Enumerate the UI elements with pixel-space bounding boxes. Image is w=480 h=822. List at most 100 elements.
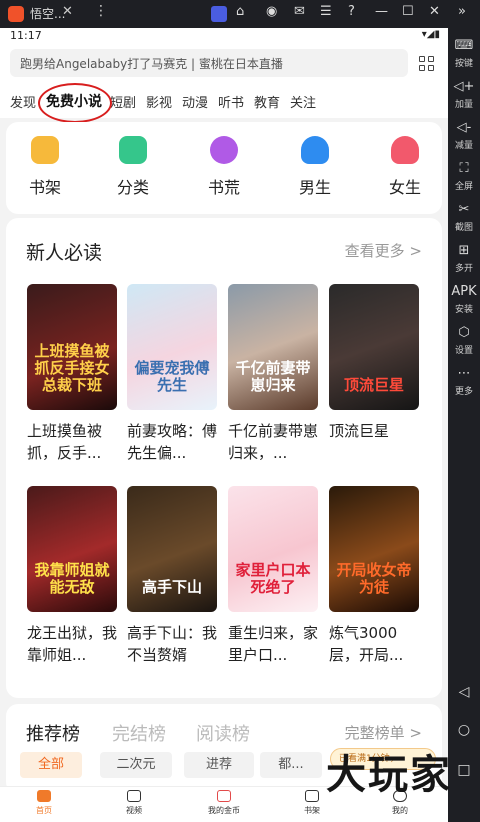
tab-movies[interactable]: 影视 [146,92,172,111]
boy-avatar-icon [301,136,329,164]
filter-anime[interactable]: 二次元 [100,752,172,778]
settings-icon[interactable]: ☰ [320,4,332,19]
nav-video[interactable]: 视频 [104,790,164,816]
sidebar-item-1[interactable]: ◁+ 加量 [448,79,480,110]
more-icon: ⋯ [457,366,471,381]
tab-recommend-rank[interactable]: 推荐榜 [26,720,80,746]
tab-discover[interactable]: 发现 [10,92,36,111]
watermark-text: 大玩家 [326,752,452,798]
tab-following[interactable]: 关注 [290,92,316,111]
section-title: 新人必读 [26,242,103,264]
sidebar-item-0[interactable]: ⌨ 按键 [448,38,480,69]
book-item[interactable]: 顶流巨星 顶流巨星 [329,284,421,442]
multi-window-icon: ⊞ [458,243,470,258]
book-title: 前妻攻略：傅先生偏... [127,422,218,462]
sidebar-item-7[interactable]: ⬡ 设置 [448,325,480,356]
search-input[interactable]: 跑男给Angelababy打了马赛克 | 蜜桃在日本直播 [10,49,408,77]
emulator-sidebar: ⌨ 按键 ◁+ 加量 ◁- 减量 ⛶ 全屏 ✂ 截图 ⊞ 多开 APK 安装 ⬡ 设置 ⋯ 更多 ◁ ○ □ [448,28,480,822]
highlight-circle [38,83,112,123]
book-cover: 千亿前妻带崽归来 [228,284,318,410]
back-icon[interactable]: ◁ [448,684,480,700]
book-cover: 开局收女帝为徒 [329,486,419,612]
account-icon[interactable]: ◉ [266,4,277,19]
book-title: 炼气3000层，开局... [329,624,404,664]
menu-dots-icon[interactable]: ⋮ [94,3,108,19]
tab-reading-rank[interactable]: 阅读榜 [196,720,250,746]
gamepad-icon[interactable]: ⌂ [236,4,244,19]
coin-icon [217,790,231,802]
book-item[interactable]: 我靠师姐就能无敌 龙王出狱，我靠师姐... [27,486,119,666]
filter-urban[interactable]: 都... [260,752,322,778]
book-cover: 我靠师姐就能无敌 [27,486,117,612]
tab-anime[interactable]: 动漫 [182,92,208,111]
sidebar-item-3[interactable]: ⛶ 全屏 [448,161,480,192]
help-icon[interactable]: ? [348,4,355,19]
grid-search-icon [119,136,147,164]
emulator-title-bar: 悟空... ✕ ⋮ ⌂ ◉ ✉ ☰ ? — ☐ ✕ » [0,0,480,28]
filter-recommend[interactable]: 进荐 [184,752,254,778]
volume-up-icon: ◁+ [453,79,475,94]
book-item[interactable]: 千亿前妻带崽归来 千亿前妻带崽归来，... [228,284,320,464]
category-book-shortage[interactable]: 书荒 [189,136,259,198]
minimize-icon[interactable]: — [375,4,388,19]
category-nav: 发现 免费小说 短剧 影视 动漫 听书 教育 关注 [0,83,448,123]
tab-audiobooks[interactable]: 听书 [218,92,244,111]
close-tab-icon[interactable]: ✕ [62,4,73,19]
fullscreen-icon: ⛶ [459,161,469,176]
book-item[interactable]: 上班摸鱼被抓反手接女总裁下班 上班摸鱼被抓，反手... [27,284,119,464]
scissors-icon: ✂ [458,202,470,217]
keyboard-icon: ⌨ [454,38,474,53]
signal-battery-icon: ▾◢▮ [421,29,440,40]
scan-icon[interactable] [419,56,435,72]
book-icon [305,790,319,802]
status-time: 11:17 [10,29,42,42]
phone-screen: 11:17 ▾◢▮ 跑男给Angelababy打了马赛克 | 蜜桃在日本直播 发… [0,28,448,822]
filter-all[interactable]: 全部 [20,752,82,778]
book-cover: 偏要宠我傅先生 [127,284,217,410]
book-cover: 顶流巨星 [329,284,419,410]
sidebar-item-6[interactable]: APK 安装 [448,284,480,315]
gear-icon: ⬡ [458,325,470,340]
recents-icon[interactable]: □ [448,762,480,778]
search-placeholder: 跑男给Angelababy打了马赛克 | 蜜桃在日本直播 [20,57,283,71]
bookshelf-icon [31,136,59,164]
book-cover: 家里户口本死绝了 [228,486,318,612]
tab-finished-rank[interactable]: 完结榜 [112,720,166,746]
tab-education[interactable]: 教育 [254,92,280,111]
tab-short-drama[interactable]: 短剧 [110,92,136,111]
new-reader-card: 新人必读 查看更多 > 上班摸鱼被抓反手接女总裁下班 上班摸鱼被抓，反手... … [6,218,442,698]
mail-icon[interactable]: ✉ [294,4,305,19]
category-bookshelf[interactable]: 书架 [10,136,80,198]
category-classify[interactable]: 分类 [98,136,168,198]
app-icon [8,6,24,22]
full-ranking-link[interactable]: 完整榜单 > [345,722,422,743]
assistant-icon[interactable] [211,6,227,22]
window-close-icon[interactable]: ✕ [429,4,440,19]
category-female[interactable]: 女生 [370,136,440,198]
hashtag-icon [210,136,238,164]
book-title: 上班摸鱼被抓，反手... [27,422,103,462]
nav-coins[interactable]: 我的金币 [194,790,254,816]
app-tab-title[interactable]: 悟空... [30,5,65,22]
sidebar-item-4[interactable]: ✂ 截图 [448,202,480,233]
book-title: 重生归来，家里户口... [228,624,319,664]
see-more-link[interactable]: 查看更多 > [345,240,422,261]
collapse-sidebar-icon[interactable]: » [458,4,466,19]
book-item[interactable]: 家里户口本死绝了 重生归来，家里户口... [228,486,320,666]
nav-home[interactable]: 首页 [14,790,74,816]
sidebar-item-8[interactable]: ⋯ 更多 [448,366,480,397]
search-area: 跑男给Angelababy打了马赛克 | 蜜桃在日本直播 [0,44,448,84]
apk-icon: APK [451,284,477,299]
home-circle-icon[interactable]: ○ [448,722,480,738]
category-male[interactable]: 男生 [280,136,350,198]
book-title: 顶流巨星 [329,422,390,440]
sidebar-item-5[interactable]: ⊞ 多开 [448,243,480,274]
book-cover: 高手下山 [127,486,217,612]
book-item[interactable]: 高手下山 高手下山：我不当赘婿 [127,486,219,666]
book-title: 龙王出狱，我靠师姐... [27,624,118,664]
sidebar-item-2[interactable]: ◁- 减量 [448,120,480,151]
book-item[interactable]: 偏要宠我傅先生 前妻攻略：傅先生偏... [127,284,219,464]
book-item[interactable]: 开局收女帝为徒 炼气3000层，开局... [329,486,421,666]
status-bar: 11:17 ▾◢▮ [0,28,448,44]
maximize-icon[interactable]: ☐ [402,4,414,19]
